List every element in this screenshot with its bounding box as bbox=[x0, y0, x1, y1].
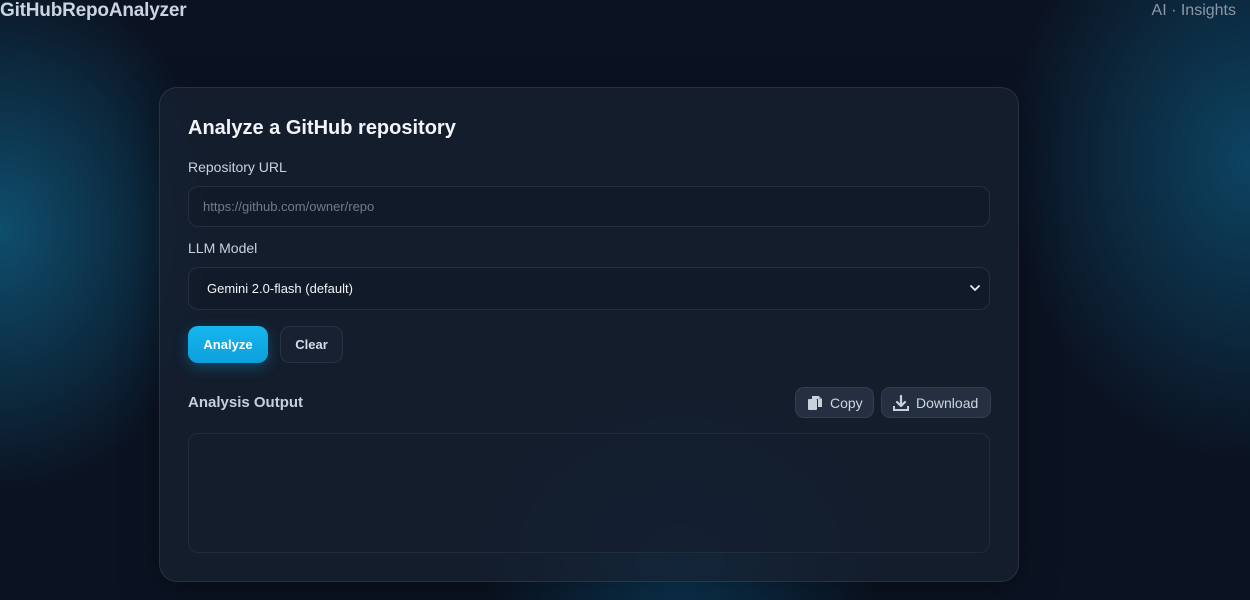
analyze-card: Analyze a GitHub repository Repository U… bbox=[159, 87, 1019, 582]
llm-model-select[interactable]: Gemini 2.0-flash (default) bbox=[188, 267, 990, 310]
repository-url-label: Repository URL bbox=[188, 159, 287, 175]
clear-button[interactable]: Clear bbox=[280, 326, 343, 363]
analysis-output-area[interactable] bbox=[188, 433, 990, 553]
repository-url-input[interactable] bbox=[188, 186, 990, 227]
app-brand: GitHubRepoAnalyzer bbox=[0, 0, 187, 21]
page-title: Analyze a GitHub repository bbox=[188, 117, 456, 139]
copy-button-label: Copy bbox=[830, 394, 863, 411]
copy-button[interactable]: Copy bbox=[795, 387, 874, 418]
chevron-down-icon bbox=[970, 285, 980, 291]
analysis-output-title: Analysis Output bbox=[188, 394, 304, 411]
app-tagline: AI · Insights bbox=[1151, 2, 1236, 19]
analyze-button[interactable]: Analyze bbox=[188, 326, 268, 363]
download-icon bbox=[893, 394, 909, 411]
download-button-label: Download bbox=[916, 394, 979, 411]
llm-model-selected-value: Gemini 2.0-flash (default) bbox=[207, 281, 353, 296]
llm-model-label: LLM Model bbox=[188, 240, 258, 256]
copy-icon bbox=[808, 395, 822, 410]
download-button[interactable]: Download bbox=[881, 387, 991, 418]
